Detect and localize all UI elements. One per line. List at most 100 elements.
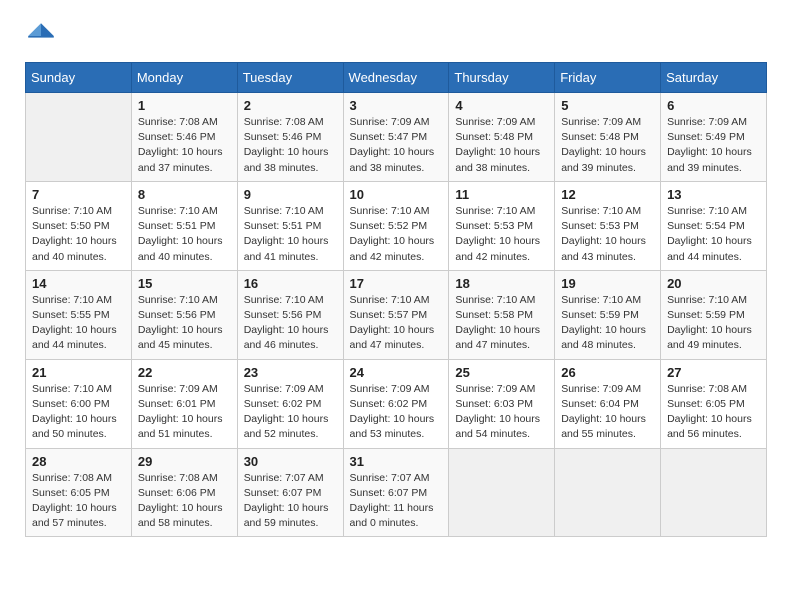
calendar-cell: 31 Sunrise: 7:07 AM Sunset: 6:07 PM Dayli… — [343, 448, 449, 537]
day-info: Sunrise: 7:09 AM Sunset: 5:48 PM Dayligh… — [561, 115, 654, 176]
day-info: Sunrise: 7:08 AM Sunset: 5:46 PM Dayligh… — [138, 115, 231, 176]
calendar-cell: 30 Sunrise: 7:07 AM Sunset: 6:07 PM Dayli… — [237, 448, 343, 537]
calendar-cell: 3Sunrise: 7:09 AM Sunset: 5:47 PM Daylig… — [343, 93, 449, 182]
day-info: Sunrise: 7:09 AM Sunset: 6:02 PM Dayligh… — [350, 382, 443, 443]
calendar-cell: 26 Sunrise: 7:09 AM Sunset: 6:04 PM Dayli… — [555, 359, 661, 448]
calendar-cell: 27Sunrise: 7:08 AM Sunset: 6:05 PM Dayli… — [661, 359, 767, 448]
calendar-cell — [449, 448, 555, 537]
day-number: 18 — [455, 276, 548, 291]
calendar-cell: 25Sunrise: 7:09 AM Sunset: 6:03 PM Dayli… — [449, 359, 555, 448]
day-info: Sunrise: 7:09 AM Sunset: 6:01 PM Dayligh… — [138, 382, 231, 443]
calendar-cell: 6Sunrise: 7:09 AM Sunset: 5:49 PM Daylig… — [661, 93, 767, 182]
logo — [25, 20, 61, 52]
day-number: 29 — [138, 454, 231, 469]
day-number: 20 — [667, 276, 760, 291]
week-row-1: 1 Sunrise: 7:08 AM Sunset: 5:46 PM Daylig… — [26, 93, 767, 182]
day-number: 17 — [350, 276, 443, 291]
weekday-header-wednesday: Wednesday — [343, 63, 449, 93]
day-number: 1 — [138, 98, 231, 113]
page-header — [25, 20, 767, 52]
day-number: 30 — [244, 454, 337, 469]
calendar-cell: 17 Sunrise: 7:10 AM Sunset: 5:57 PM Dayli… — [343, 270, 449, 359]
calendar-cell: 12 Sunrise: 7:10 AM Sunset: 5:53 PM Dayli… — [555, 181, 661, 270]
calendar: SundayMondayTuesdayWednesdayThursdayFrid… — [25, 62, 767, 537]
calendar-cell: 14 Sunrise: 7:10 AM Sunset: 5:55 PM Dayli… — [26, 270, 132, 359]
day-number: 14 — [32, 276, 125, 291]
day-info: Sunrise: 7:10 AM Sunset: 5:56 PM Dayligh… — [244, 293, 337, 354]
calendar-cell: 20 Sunrise: 7:10 AM Sunset: 5:59 PM Dayli… — [661, 270, 767, 359]
calendar-cell — [26, 93, 132, 182]
week-row-3: 14 Sunrise: 7:10 AM Sunset: 5:55 PM Dayli… — [26, 270, 767, 359]
day-info: Sunrise: 7:09 AM Sunset: 5:48 PM Dayligh… — [455, 115, 548, 176]
calendar-cell: 11 Sunrise: 7:10 AM Sunset: 5:53 PM Dayli… — [449, 181, 555, 270]
day-info: Sunrise: 7:08 AM Sunset: 6:06 PM Dayligh… — [138, 471, 231, 532]
day-number: 5 — [561, 98, 654, 113]
day-number: 22 — [138, 365, 231, 380]
weekday-header-tuesday: Tuesday — [237, 63, 343, 93]
day-info: Sunrise: 7:09 AM Sunset: 6:04 PM Dayligh… — [561, 382, 654, 443]
day-info: Sunrise: 7:10 AM Sunset: 5:50 PM Dayligh… — [32, 204, 125, 265]
calendar-cell: 10 Sunrise: 7:10 AM Sunset: 5:52 PM Dayli… — [343, 181, 449, 270]
day-info: Sunrise: 7:10 AM Sunset: 5:52 PM Dayligh… — [350, 204, 443, 265]
day-info: Sunrise: 7:10 AM Sunset: 5:56 PM Dayligh… — [138, 293, 231, 354]
calendar-cell — [555, 448, 661, 537]
calendar-cell: 29 Sunrise: 7:08 AM Sunset: 6:06 PM Dayli… — [131, 448, 237, 537]
weekday-header-saturday: Saturday — [661, 63, 767, 93]
day-info: Sunrise: 7:10 AM Sunset: 5:55 PM Dayligh… — [32, 293, 125, 354]
calendar-cell: 18 Sunrise: 7:10 AM Sunset: 5:58 PM Dayli… — [449, 270, 555, 359]
day-number: 3 — [350, 98, 443, 113]
weekday-header-sunday: Sunday — [26, 63, 132, 93]
day-number: 31 — [350, 454, 443, 469]
day-number: 2 — [244, 98, 337, 113]
day-info: Sunrise: 7:10 AM Sunset: 5:53 PM Dayligh… — [455, 204, 548, 265]
calendar-cell: 23Sunrise: 7:09 AM Sunset: 6:02 PM Dayli… — [237, 359, 343, 448]
day-info: Sunrise: 7:08 AM Sunset: 5:46 PM Dayligh… — [244, 115, 337, 176]
day-info: Sunrise: 7:08 AM Sunset: 6:05 PM Dayligh… — [32, 471, 125, 532]
day-number: 28 — [32, 454, 125, 469]
calendar-cell: 15Sunrise: 7:10 AM Sunset: 5:56 PM Dayli… — [131, 270, 237, 359]
day-number: 11 — [455, 187, 548, 202]
calendar-cell: 28 Sunrise: 7:08 AM Sunset: 6:05 PM Dayli… — [26, 448, 132, 537]
day-info: Sunrise: 7:10 AM Sunset: 6:00 PM Dayligh… — [32, 382, 125, 443]
day-number: 10 — [350, 187, 443, 202]
day-info: Sunrise: 7:07 AM Sunset: 6:07 PM Dayligh… — [244, 471, 337, 532]
day-info: Sunrise: 7:10 AM Sunset: 5:51 PM Dayligh… — [138, 204, 231, 265]
day-number: 27 — [667, 365, 760, 380]
calendar-cell: 24 Sunrise: 7:09 AM Sunset: 6:02 PM Dayli… — [343, 359, 449, 448]
day-info: Sunrise: 7:10 AM Sunset: 5:57 PM Dayligh… — [350, 293, 443, 354]
day-info: Sunrise: 7:07 AM Sunset: 6:07 PM Dayligh… — [350, 471, 443, 532]
calendar-cell: 1 Sunrise: 7:08 AM Sunset: 5:46 PM Daylig… — [131, 93, 237, 182]
day-number: 12 — [561, 187, 654, 202]
week-row-4: 21 Sunrise: 7:10 AM Sunset: 6:00 PM Dayli… — [26, 359, 767, 448]
calendar-cell: 4 Sunrise: 7:09 AM Sunset: 5:48 PM Daylig… — [449, 93, 555, 182]
weekday-header-thursday: Thursday — [449, 63, 555, 93]
calendar-cell: 7Sunrise: 7:10 AM Sunset: 5:50 PM Daylig… — [26, 181, 132, 270]
weekday-header-row: SundayMondayTuesdayWednesdayThursdayFrid… — [26, 63, 767, 93]
day-number: 8 — [138, 187, 231, 202]
day-number: 23 — [244, 365, 337, 380]
day-number: 25 — [455, 365, 548, 380]
logo-icon — [25, 20, 57, 52]
day-number: 19 — [561, 276, 654, 291]
day-number: 16 — [244, 276, 337, 291]
day-info: Sunrise: 7:10 AM Sunset: 5:53 PM Dayligh… — [561, 204, 654, 265]
week-row-2: 7Sunrise: 7:10 AM Sunset: 5:50 PM Daylig… — [26, 181, 767, 270]
day-info: Sunrise: 7:10 AM Sunset: 5:58 PM Dayligh… — [455, 293, 548, 354]
day-number: 4 — [455, 98, 548, 113]
day-number: 9 — [244, 187, 337, 202]
calendar-cell: 8 Sunrise: 7:10 AM Sunset: 5:51 PM Daylig… — [131, 181, 237, 270]
day-number: 21 — [32, 365, 125, 380]
day-info: Sunrise: 7:10 AM Sunset: 5:59 PM Dayligh… — [667, 293, 760, 354]
day-number: 26 — [561, 365, 654, 380]
week-row-5: 28 Sunrise: 7:08 AM Sunset: 6:05 PM Dayli… — [26, 448, 767, 537]
calendar-cell — [661, 448, 767, 537]
calendar-cell: 9 Sunrise: 7:10 AM Sunset: 5:51 PM Daylig… — [237, 181, 343, 270]
calendar-cell: 2 Sunrise: 7:08 AM Sunset: 5:46 PM Daylig… — [237, 93, 343, 182]
calendar-cell: 21 Sunrise: 7:10 AM Sunset: 6:00 PM Dayli… — [26, 359, 132, 448]
day-number: 24 — [350, 365, 443, 380]
day-info: Sunrise: 7:09 AM Sunset: 5:49 PM Dayligh… — [667, 115, 760, 176]
day-info: Sunrise: 7:10 AM Sunset: 5:51 PM Dayligh… — [244, 204, 337, 265]
calendar-cell: 22 Sunrise: 7:09 AM Sunset: 6:01 PM Dayli… — [131, 359, 237, 448]
day-info: Sunrise: 7:10 AM Sunset: 5:59 PM Dayligh… — [561, 293, 654, 354]
weekday-header-friday: Friday — [555, 63, 661, 93]
